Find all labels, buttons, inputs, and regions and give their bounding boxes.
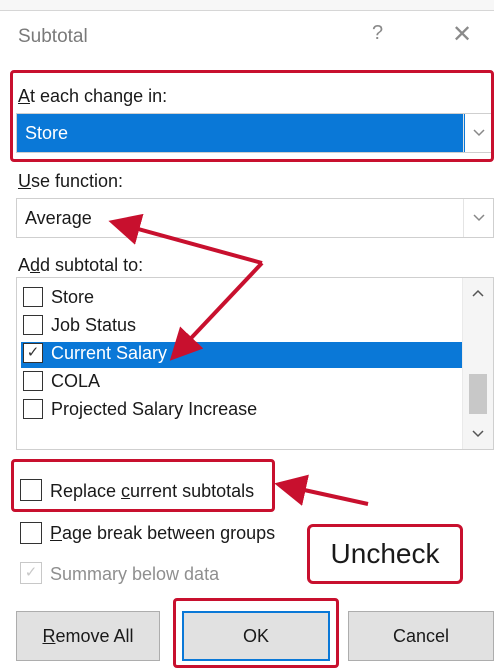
- arrow-to-current-salary: [169, 261, 264, 361]
- arrow-to-average: [108, 213, 263, 265]
- arrow-to-replace: [274, 474, 369, 506]
- annotation-arrows: [108, 213, 369, 506]
